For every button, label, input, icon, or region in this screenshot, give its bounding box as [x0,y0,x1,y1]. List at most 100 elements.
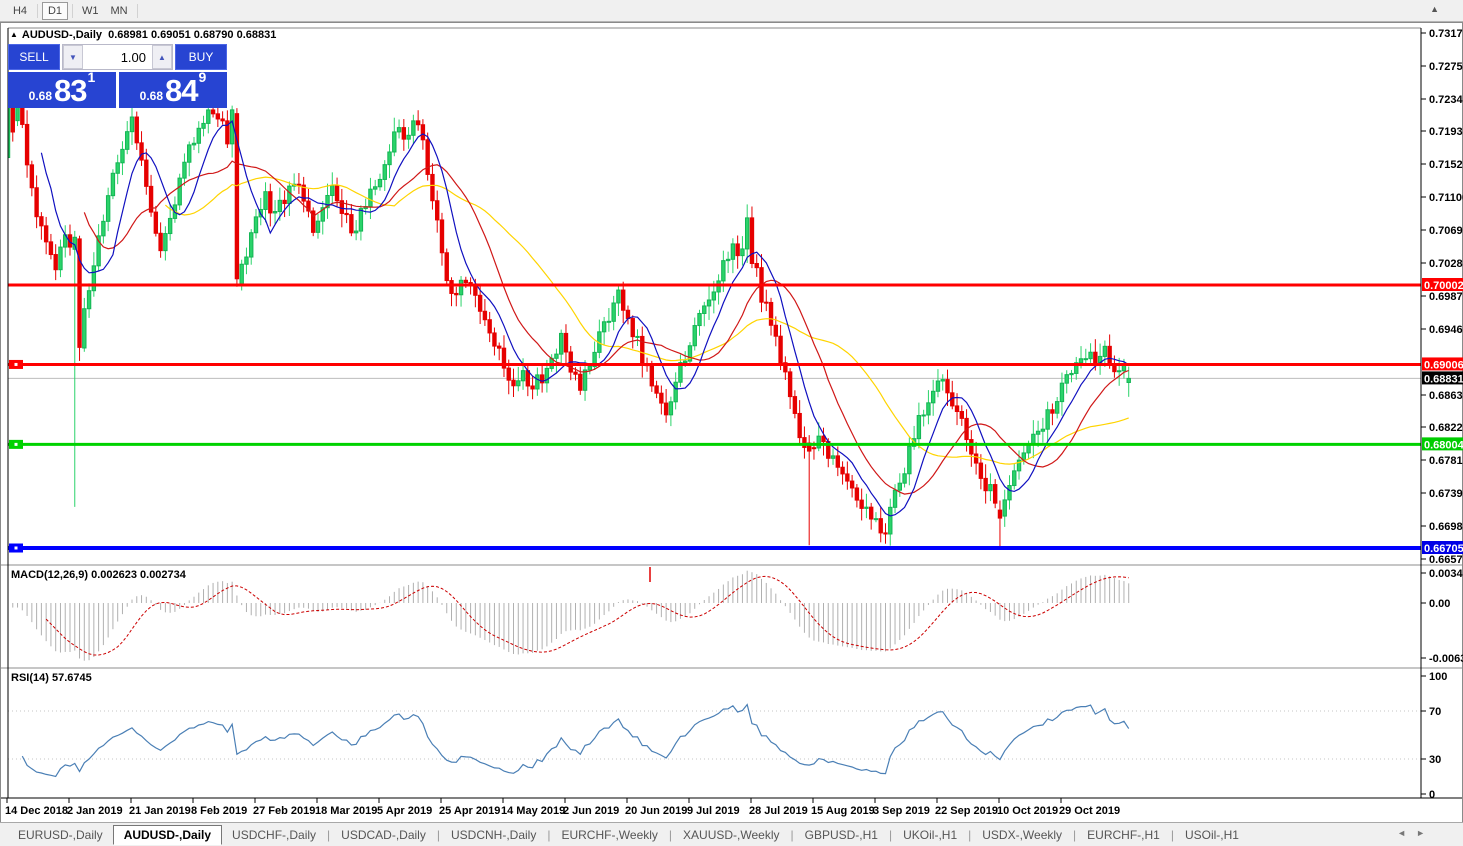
one-click-trading-panel: SELL ▼ ▲ BUY 0.68831 0.68849 [8,44,227,108]
chart-tab-xauusd-weekly[interactable]: XAUUSD-,Weekly [673,826,789,844]
rsi-indicator-label: RSI(14) 57.6745 [11,672,92,684]
chart-tab-eurusd-daily[interactable]: EURUSD-,Daily [8,826,113,844]
price-axis-tick: 0.71520 [1429,159,1463,171]
tab-separator: | [1171,828,1174,842]
tab-separator: | [791,828,794,842]
macd-histogram-layer [8,571,1129,661]
date-axis-label: 27 Feb 2019 [253,805,315,817]
price-axis-tick: 0.70280 [1429,258,1463,270]
rsi-line [22,705,1128,777]
chart-tab-usdchf-daily[interactable]: USDCHF-,Daily [222,826,326,844]
price-axis-tick: 0.69460 [1429,324,1463,336]
sell-price-big: 83 [54,76,86,106]
chart-title: ▲ AUDUSD-,Daily 0.68981 0.69051 0.68790 0… [10,29,276,41]
date-axis-label: 14 May 2019 [501,805,565,817]
svg-text:0.69006: 0.69006 [1424,359,1463,371]
price-axis-tick: 0.68630 [1429,390,1463,402]
chart-tabs: EURUSD-,DailyAUDUSD-,DailyUSDCHF-,Daily|… [8,825,1249,845]
chart-tab-usoil-h1[interactable]: USOil-,H1 [1175,826,1249,844]
price-axis-tick: 0.66570 [1429,554,1463,566]
toolbar-separator [37,4,38,18]
rsi-axis-tick: 70 [1429,706,1441,718]
tab-separator: | [327,828,330,842]
price-axis-tick: 0.66980 [1429,521,1463,533]
collapse-arrow-icon[interactable]: ▲ [10,30,18,39]
price-axis-tick: 0.72750 [1429,61,1463,73]
sell-price-display[interactable]: 0.68831 [8,72,116,108]
date-axis-label: 14 Dec 2018 [5,805,68,817]
toolbar-separator [137,4,138,18]
chart-tab-eurchf-weekly[interactable]: EURCHF-,Weekly [551,826,667,844]
tab-scroll-right-icon[interactable]: ► [1416,828,1435,838]
toolbar-collapse-icon[interactable]: ▲ [1430,4,1439,14]
candles-layer [6,74,1130,547]
date-axis-label: 28 Jul 2019 [749,805,808,817]
chart-ohlc-values: 0.68981 0.69051 0.68790 0.68831 [108,29,276,41]
tab-separator: | [437,828,440,842]
price-axis-tick: 0.69870 [1429,291,1463,303]
date-axis-label: 18 Mar 2019 [315,805,377,817]
chart-tab-bar: EURUSD-,DailyAUDUSD-,DailyUSDCHF-,Daily|… [0,822,1463,846]
price-axis-tick: 0.68220 [1429,422,1463,434]
timeframe-button-w1[interactable]: W1 [77,2,104,20]
svg-text:0.66705: 0.66705 [1424,543,1463,555]
buy-price-display[interactable]: 0.68849 [119,72,227,108]
tab-separator: | [669,828,672,842]
rsi-axis-tick: 100 [1429,671,1447,683]
chart-tab-usdcnh-daily[interactable]: USDCNH-,Daily [441,826,546,844]
moving-averages-layer [41,121,1128,516]
macd-axis-tick: 0.00 [1429,598,1450,610]
chart-tab-usdx-weekly[interactable]: USDX-,Weekly [972,826,1072,844]
tab-separator: | [968,828,971,842]
chart-symbol-label: AUDUSD-,Daily [22,29,102,41]
tab-separator: | [889,828,892,842]
sell-price-sup: 1 [88,60,96,94]
chart-canvas[interactable]: 0.731700.727500.723400.719300.715200.711… [0,0,1463,846]
timeframe-button-h4[interactable]: H4 [7,2,33,20]
buy-price-big: 84 [165,76,197,106]
timeframe-buttons: H4 D1 W1MN [6,2,141,20]
toolbar-separator [72,4,73,18]
rsi-axis-tick: 30 [1429,754,1441,766]
mt4-window: H4D1W1MN ▲ 0.731700.727500.723400.719300… [0,0,1463,846]
date-axis-label: 2 Jun 2019 [563,805,619,817]
price-axis-tick: 0.71930 [1429,126,1463,138]
tab-scroll-arrows[interactable]: ◄► [1397,828,1435,838]
date-axis-label: 15 Aug 2019 [811,805,875,817]
price-axis-tick: 0.70690 [1429,225,1463,237]
price-axis-tick: 0.67810 [1429,455,1463,467]
date-axis-label: 29 Oct 2019 [1059,805,1120,817]
chart-tab-eurchf-h1[interactable]: EURCHF-,H1 [1077,826,1170,844]
svg-text:0.68004: 0.68004 [1424,439,1463,451]
price-axis-tick: 0.73170 [1429,28,1463,40]
timeframe-toolbar: H4 D1 W1MN ▲ [0,0,1463,22]
timeframe-button-d1[interactable]: D1 [42,2,68,20]
date-axis-label: 2 Jan 2019 [67,805,123,817]
macd-indicator-label: MACD(12,26,9) 0.002623 0.002734 [11,569,186,581]
volume-increase-icon[interactable]: ▲ [152,45,172,69]
rsi-axis-tick: 0 [1429,789,1435,801]
chart-tab-audusd-daily[interactable]: AUDUSD-,Daily [113,825,222,845]
macd-axis-tick: 0.00349 [1429,568,1463,580]
date-axis-label: 20 Jun 2019 [625,805,687,817]
volume-stepper: ▼ ▲ [62,44,173,70]
sell-button[interactable]: SELL [8,44,60,70]
buy-price-int: 0.68 [140,86,163,106]
volume-decrease-icon[interactable]: ▼ [63,45,83,69]
tab-scroll-left-icon[interactable]: ◄ [1397,828,1416,838]
chart-tab-ukoil-h1[interactable]: UKOil-,H1 [893,826,967,844]
sell-price-int: 0.68 [29,86,52,106]
tab-separator: | [1073,828,1076,842]
svg-text:0.68831: 0.68831 [1424,373,1463,385]
date-axis-label: 8 Feb 2019 [191,805,247,817]
price-axis-tick: 0.71100 [1429,192,1463,204]
date-axis-label: 10 Oct 2019 [997,805,1058,817]
date-axis-label: 22 Sep 2019 [935,805,998,817]
timeframe-button-mn[interactable]: MN [106,2,133,20]
date-axis-label: 5 Apr 2019 [377,805,432,817]
date-axis-label: 9 Jul 2019 [687,805,740,817]
macd-axis-tick: -0.00637 [1429,653,1463,665]
chart-tab-usdcad-daily[interactable]: USDCAD-,Daily [331,826,436,844]
chart-tab-gbpusd-h1[interactable]: GBPUSD-,H1 [795,826,888,844]
date-axis-label: 3 Sep 2019 [873,805,930,817]
